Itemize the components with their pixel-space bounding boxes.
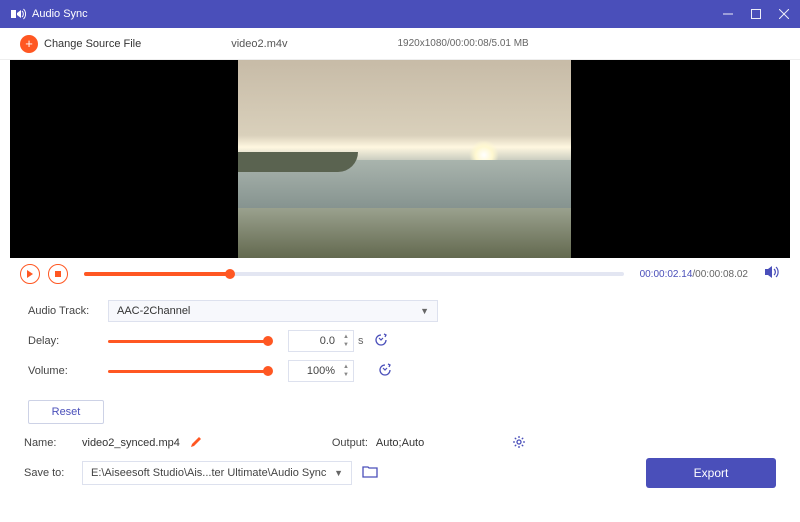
- output-label: Output:: [332, 437, 368, 449]
- audio-track-label: Audio Track:: [28, 305, 108, 317]
- saveto-value: E:\Aiseesoft Studio\Ais...ter Ultimate\A…: [91, 467, 326, 479]
- audio-controls: Audio Track: AAC-2Channel ▼ Delay: 0.0 ▲…: [0, 290, 800, 424]
- current-time: 00:00:02.14: [640, 269, 693, 280]
- delay-input[interactable]: 0.0 ▲▼: [288, 330, 354, 352]
- delay-stepper[interactable]: ▲▼: [339, 334, 353, 348]
- volume-slider[interactable]: [108, 370, 268, 373]
- saveto-label: Save to:: [24, 467, 82, 479]
- volume-stepper[interactable]: ▲▼: [339, 364, 353, 378]
- volume-icon[interactable]: [764, 265, 780, 284]
- delay-label: Delay:: [28, 335, 108, 347]
- app-title: Audio Sync: [32, 8, 88, 20]
- chevron-down-icon: ▼: [420, 306, 429, 316]
- edit-name-icon[interactable]: [190, 436, 202, 451]
- seek-slider[interactable]: [84, 272, 624, 276]
- play-button[interactable]: [20, 264, 40, 284]
- open-folder-icon[interactable]: [362, 465, 378, 481]
- output-value: Auto;Auto: [376, 437, 424, 449]
- saveto-select[interactable]: E:\Aiseesoft Studio\Ais...ter Ultimate\A…: [82, 461, 352, 485]
- delay-value: 0.0: [289, 335, 339, 347]
- maximize-button[interactable]: [750, 8, 762, 20]
- source-toolbar: + Change Source File video2.m4v 1920x108…: [0, 28, 800, 60]
- timecode: 00:00:02.14/00:00:08.02: [640, 269, 748, 280]
- change-source-label: Change Source File: [44, 38, 141, 50]
- plus-icon: +: [20, 35, 38, 53]
- minimize-button[interactable]: [722, 8, 734, 20]
- source-metadata: 1920x1080/00:00:08/5.01 MB: [398, 38, 529, 49]
- volume-reset-icon[interactable]: [378, 363, 392, 380]
- reset-button[interactable]: Reset: [28, 400, 104, 424]
- audio-track-select[interactable]: AAC-2Channel ▼: [108, 300, 438, 322]
- name-value: video2_synced.mp4: [82, 437, 180, 449]
- audio-track-value: AAC-2Channel: [117, 305, 190, 317]
- volume-label: Volume:: [28, 365, 108, 377]
- playback-controls: 00:00:02.14/00:00:08.02: [0, 258, 800, 290]
- stop-button[interactable]: [48, 264, 68, 284]
- output-settings-icon[interactable]: [512, 435, 526, 452]
- volume-value: 100%: [289, 365, 339, 377]
- delay-reset-icon[interactable]: [374, 333, 388, 350]
- delay-slider[interactable]: [108, 340, 268, 343]
- change-source-button[interactable]: + Change Source File: [20, 35, 141, 53]
- delay-unit: s: [358, 335, 364, 347]
- name-label: Name:: [24, 437, 82, 449]
- output-section: Name: video2_synced.mp4 Output: Auto;Aut…: [0, 424, 800, 488]
- app-logo-icon: [10, 6, 26, 22]
- titlebar: Audio Sync: [0, 0, 800, 28]
- source-filename: video2.m4v: [231, 38, 287, 50]
- export-button[interactable]: Export: [646, 458, 776, 488]
- video-preview[interactable]: [10, 60, 790, 258]
- total-time: /00:00:08.02: [692, 269, 748, 280]
- close-button[interactable]: [778, 8, 790, 20]
- volume-input[interactable]: 100% ▲▼: [288, 360, 354, 382]
- chevron-down-icon: ▼: [334, 468, 343, 478]
